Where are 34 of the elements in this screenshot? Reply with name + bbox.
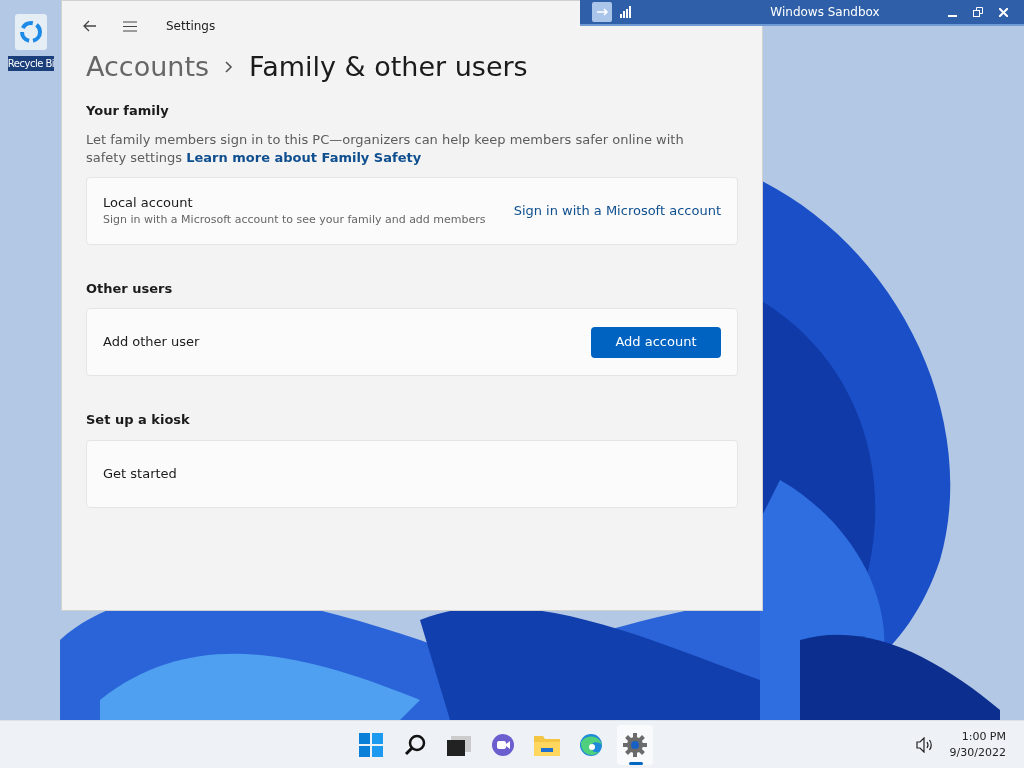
section-heading: Your family [86, 102, 170, 120]
card-title: Local account [103, 193, 194, 212]
section-description: Let family members sign in to this PC—organizers can help keep members safer online with safety settings Learn more about Family Safety [86, 130, 685, 167]
breadcrumb-link[interactable]: Accounts [86, 46, 210, 88]
windows-logo-icon [359, 732, 383, 757]
sandbox-title: Windows Sandbox [769, 4, 880, 21]
icon-label: Recycle Bi [7, 56, 55, 71]
clock[interactable]: 1:00 PM 9/30/2022 [949, 728, 1006, 761]
family-safety-link[interactable]: Learn more about Family Safety [186, 149, 422, 165]
page-title: Family & other users [249, 49, 528, 84]
menu-icon [123, 20, 137, 32]
section-heading: Set up a kiosk [86, 411, 191, 429]
clock-time: 1:00 PM [961, 728, 1006, 745]
close-icon[interactable] [999, 7, 1008, 17]
section-heading: Other users [86, 279, 174, 298]
chat-icon [491, 732, 515, 757]
search-icon [403, 732, 427, 757]
task-view-icon [447, 733, 471, 756]
chevron-icon [225, 61, 234, 73]
card-title: Add other user [103, 333, 201, 352]
restore-icon[interactable] [973, 7, 983, 17]
speaker-icon[interactable] [915, 736, 934, 753]
active-indicator [629, 761, 643, 765]
add-account-button[interactable]: Add account [591, 326, 721, 358]
card-subtitle: Sign in with a Microsoft account to see your family and add members [103, 212, 487, 228]
card-title: Get started [103, 464, 178, 483]
signal-icon [620, 6, 632, 18]
folder-icon [534, 733, 560, 756]
sign-in-link[interactable]: Sign in with a Microsoft account [513, 200, 721, 221]
back-arrow-icon [83, 20, 97, 32]
browser-icon [579, 732, 603, 757]
gear-icon [623, 732, 647, 757]
app-title: Settings [166, 18, 216, 35]
clock-date: 9/30/2022 [949, 744, 1006, 761]
